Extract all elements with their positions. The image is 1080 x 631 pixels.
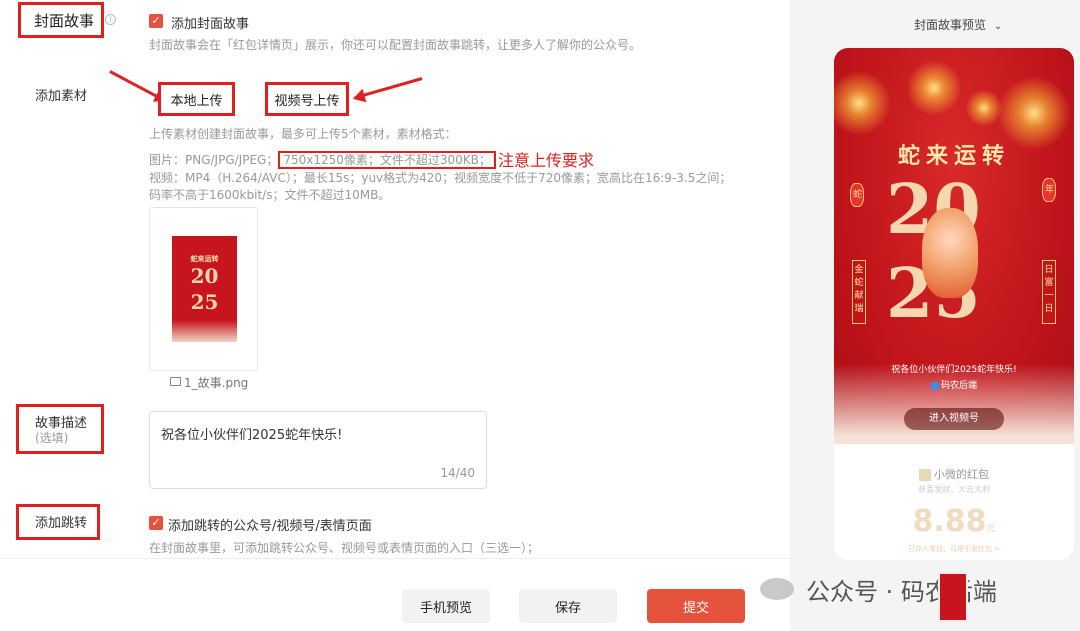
- enter-channel-button[interactable]: 进入视频号: [904, 408, 1004, 430]
- video-bitrate-hint: 码率不高于1600kbit/s；文件不超过10MB。: [149, 188, 391, 202]
- mini-cloud: [172, 320, 237, 342]
- page-root: 封面故事 i ✓ 添加封面故事 封面故事会在「红包详情页」展示，你还可以配置封面…: [0, 0, 1080, 631]
- channel-upload-button[interactable]: 视频号上传: [265, 82, 349, 116]
- snake-mascot: [922, 208, 978, 298]
- save-button[interactable]: 保存: [519, 589, 617, 623]
- local-upload-label: 本地上传: [170, 93, 223, 109]
- material-thumbnail: 蛇来运转 20 25: [172, 236, 237, 342]
- poster-account: 码农后端: [834, 378, 1074, 391]
- image-format-highlight: 750x1250像素；文件不超过300KB；: [278, 151, 496, 169]
- material-label: 添加素材: [35, 89, 88, 104]
- mobile-preview-button[interactable]: 手机预览: [402, 589, 490, 623]
- redpacket-name: 小微的红包: [934, 468, 989, 481]
- poster-title: 蛇来运转: [897, 143, 1010, 169]
- footer-divider: [0, 558, 790, 559]
- poster-greeting: 祝各位小伙伴们2025蛇年快乐!: [891, 365, 1017, 375]
- story-counter: 14/40: [440, 466, 475, 480]
- cloud-decoration: [834, 364, 1074, 444]
- add-cover-story-checkbox[interactable]: ✓: [149, 14, 163, 28]
- mini-year-top: 20: [190, 264, 219, 288]
- image-format-hint: 图片：PNG/JPG/JPEG； 750x1250像素；文件不超过300KB；: [149, 151, 496, 169]
- video-format-hint: 视频：MP4（H.264/AVC）；最长15s；yuv格式为420；视频宽度不低…: [149, 171, 732, 185]
- watermark-text: 公众号 · 码农后端: [806, 578, 997, 606]
- chevron-down-icon: ⌄: [993, 21, 1003, 32]
- cover-poster: 蛇来运转 蛇 年 20 25 金蛇献瑞 日富一日 祝各位小伙伴们2025蛇年快乐…: [834, 48, 1074, 444]
- annotation-arrow-right: [354, 77, 423, 100]
- mini-year-bottom: 25: [190, 290, 219, 314]
- image-format-prefix: 图片：PNG/JPG/JPEG；: [149, 153, 279, 167]
- info-icon[interactable]: i: [105, 14, 116, 25]
- redpacket-avatar: [919, 469, 931, 481]
- firework-decoration: [964, 88, 1004, 128]
- firework-decoration: [834, 68, 894, 138]
- lantern-right-char: 年: [1045, 185, 1055, 195]
- mobile-preview-label: 手机预览: [419, 600, 472, 616]
- add-jump-checkbox[interactable]: ✓: [149, 516, 163, 530]
- uploaded-file-name: 1_故事.png: [184, 376, 249, 390]
- story-optional-label: (选填): [35, 431, 69, 445]
- redpacket-amount: 8.88: [912, 504, 987, 539]
- redpacket-title: 小微的红包: [834, 466, 1074, 482]
- account-name: 码农后端: [940, 381, 977, 391]
- upload-requirement-annotation: 注意上传要求: [498, 151, 595, 170]
- watermark-logo: [938, 572, 968, 622]
- jump-label: 添加跳转: [35, 516, 88, 531]
- submit-label: 提交: [682, 600, 709, 616]
- redpacket-unit: 元: [986, 524, 996, 534]
- lantern-left-char: 蛇: [853, 190, 863, 200]
- section-title: 封面故事: [34, 12, 95, 30]
- account-icon: [930, 381, 939, 390]
- left-banner: 金蛇献瑞: [852, 260, 866, 324]
- preview-dropdown[interactable]: 封面故事预览 ⌄: [914, 16, 1002, 33]
- uploaded-material-card[interactable]: 蛇来运转 20 25: [149, 207, 258, 371]
- story-textarea[interactable]: 祝各位小伙伴们2025蛇年快乐! 14/40: [149, 411, 487, 489]
- image-file-icon: [170, 377, 181, 386]
- add-jump-label: 添加跳转的公众号/视频号/表情页面: [168, 519, 372, 534]
- preview-header: 封面故事预览: [914, 18, 987, 32]
- submit-button[interactable]: 提交: [647, 589, 745, 623]
- story-text: 祝各位小伙伴们2025蛇年快乐!: [161, 428, 343, 443]
- phone-preview: 蛇来运转 蛇 年 20 25 金蛇献瑞 日富一日 祝各位小伙伴们2025蛇年快乐…: [834, 48, 1074, 560]
- right-banner: 日富一日: [1042, 260, 1056, 324]
- save-label: 保存: [554, 600, 581, 616]
- mini-poster-title: 蛇来运转: [190, 255, 219, 263]
- redpacket-amount-row: 8.88元: [834, 504, 1074, 539]
- redpacket-subtitle: 恭喜发财，大吉大利: [918, 485, 990, 494]
- local-upload-button[interactable]: 本地上传: [158, 82, 235, 116]
- material-hint: 上传素材创建封面故事，最多可上传5个素材，素材格式：: [149, 127, 457, 141]
- redpacket-info: 小微的红包 恭喜发财，大吉大利 8.88元 已存入零钱，可用于发红包 >: [834, 444, 1074, 560]
- add-cover-story-label: 添加封面故事: [171, 17, 250, 32]
- channel-upload-label: 视频号上传: [274, 93, 340, 109]
- cover-story-desc: 封面故事会在「红包详情页」展示，你还可以配置封面故事跳转，让更多人了解你的公众号…: [149, 38, 642, 52]
- wechat-icon: [760, 578, 794, 600]
- firework-decoration: [904, 58, 964, 118]
- jump-desc: 在封面故事里，可添加跳转公众号、视频号或表情页面的入口（三选一）；: [149, 541, 540, 555]
- redpacket-note: 已存入零钱，可用于发红包 >: [907, 545, 1001, 553]
